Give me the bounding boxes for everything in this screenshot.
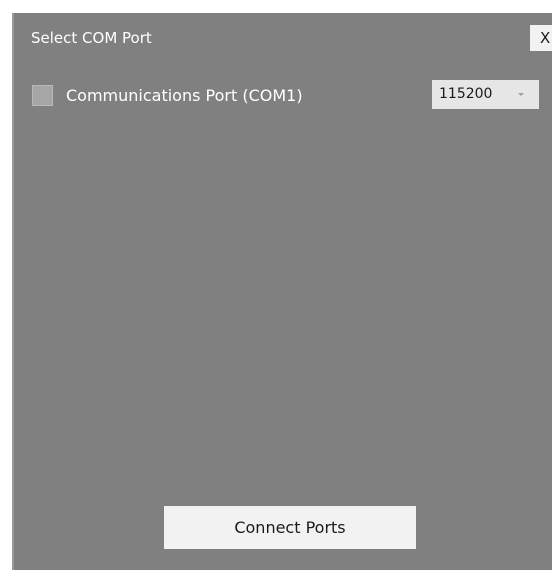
port-label: Communications Port (COM1) [66,85,303,105]
window-top-edge [0,0,552,13]
connect-ports-button[interactable]: Connect Ports [164,506,416,549]
baud-rate-dropdown[interactable]: 115200 [432,80,539,109]
baud-rate-value: 115200 [439,86,493,102]
chevron-down-icon [518,93,524,96]
select-com-port-dialog: Select COM Port X Communications Port (C… [14,13,552,570]
port-checkbox[interactable] [32,85,53,106]
dialog-title: Select COM Port [31,29,152,47]
close-button[interactable]: X [530,25,552,51]
port-row-com1: Communications Port (COM1) [32,84,303,107]
